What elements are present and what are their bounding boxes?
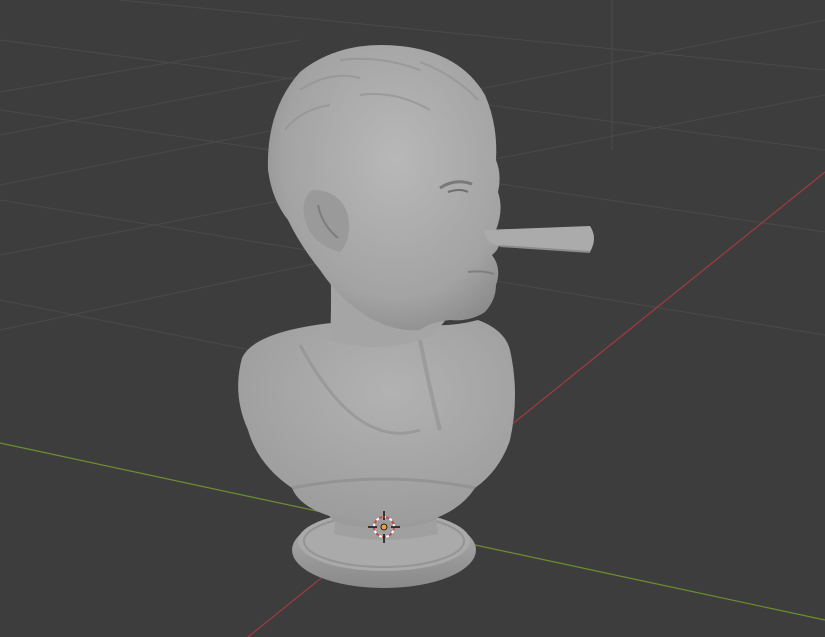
viewport-canvas[interactable] (0, 0, 825, 637)
bust-chest (238, 320, 515, 524)
bust-model[interactable] (238, 45, 594, 588)
object-origin-marker (380, 523, 388, 531)
3d-viewport[interactable] (0, 0, 825, 637)
